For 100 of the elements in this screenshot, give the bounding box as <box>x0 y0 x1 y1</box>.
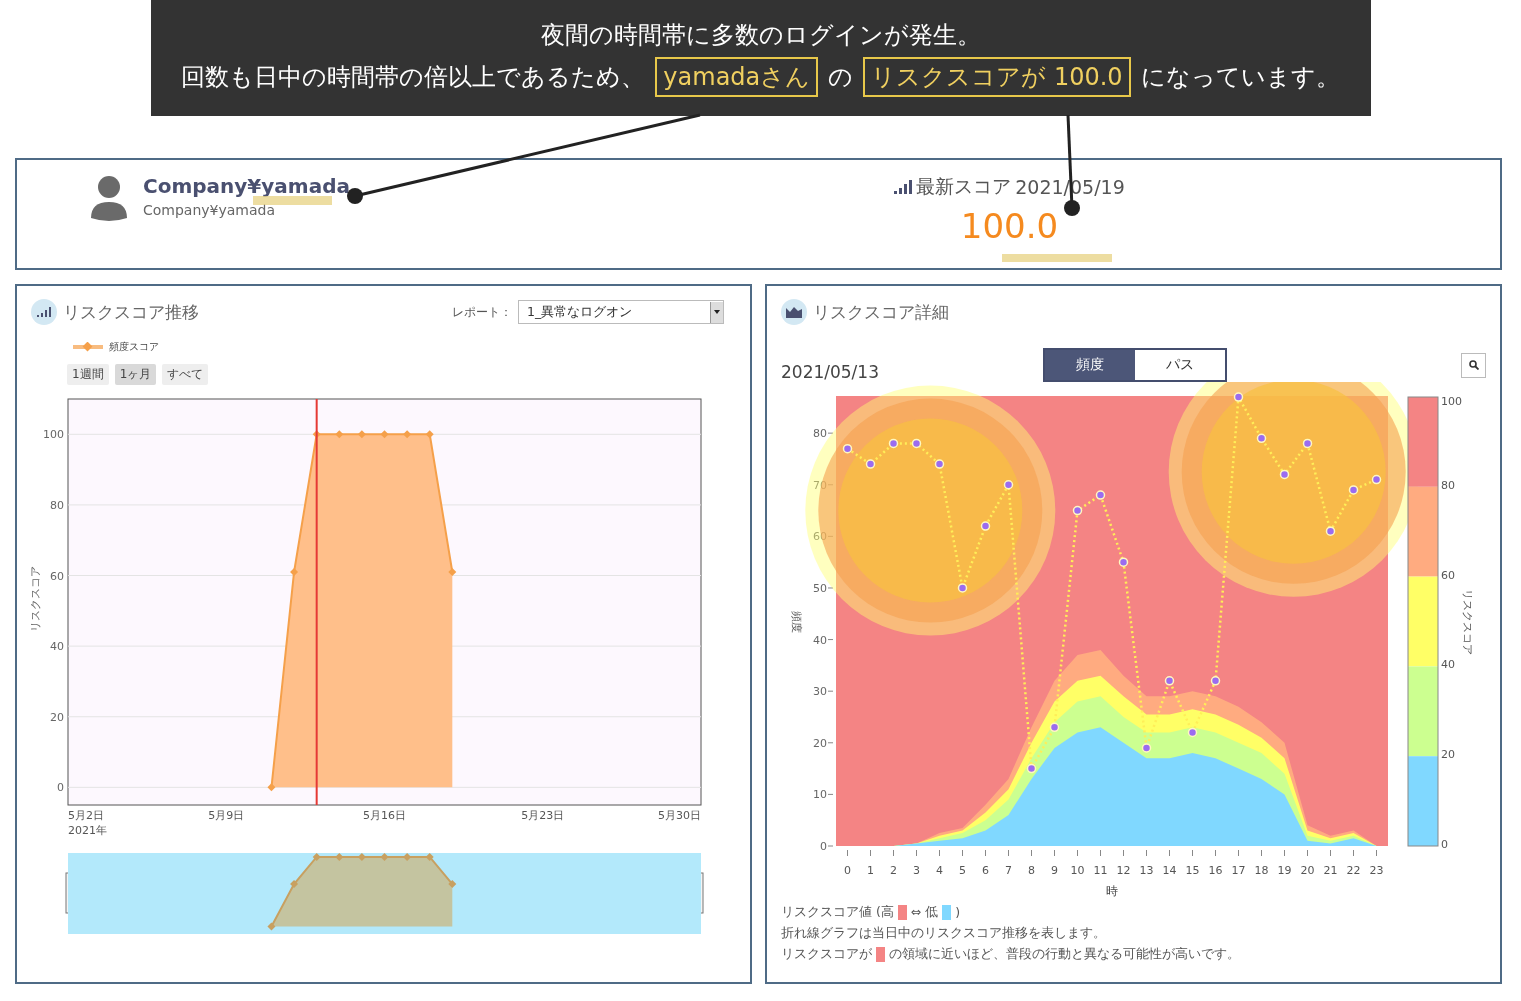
axis-title: リスクスコア <box>29 566 42 632</box>
axis-tick-label: 80 <box>50 498 64 512</box>
axis-tick-label: 6 <box>982 864 989 877</box>
data-point <box>934 459 945 469</box>
mode-tab[interactable]: 頻度 <box>1045 350 1135 380</box>
data-point <box>312 430 321 439</box>
data-point <box>267 783 276 792</box>
data-point <box>1348 485 1359 495</box>
data-point <box>1210 676 1221 686</box>
data-point <box>1026 763 1037 774</box>
caret-icon <box>714 310 720 314</box>
data-point <box>1049 722 1060 733</box>
data-point <box>980 521 991 531</box>
axis-tick-label: 100 <box>43 428 64 442</box>
data-point <box>448 568 457 576</box>
axis-tick-label: 16 <box>1208 864 1223 877</box>
panel-title: リスクスコア詳細 <box>813 300 949 324</box>
colorbar-tick-label: 80 <box>1441 478 1455 492</box>
legend-label: 頻度スコア <box>109 340 159 354</box>
axis-tick-label: 80 <box>813 427 827 441</box>
axis-tick-label: 20 <box>1300 864 1315 877</box>
note-text: 折れ線グラフは当日中のリスクスコア推移を表します。 <box>781 925 1106 942</box>
colorbar-tick-label: 60 <box>1441 568 1455 582</box>
axis-tick-label: 8 <box>1028 864 1035 877</box>
axis-tick-label: 11 <box>1093 864 1108 877</box>
axis-tick-label: 4 <box>936 864 943 877</box>
data-point <box>1118 557 1129 567</box>
data-point <box>1164 676 1175 686</box>
data-point <box>842 443 853 454</box>
range-button[interactable]: 1週間 <box>67 364 109 385</box>
data-point <box>911 438 922 449</box>
highlighted-term: yamadaさん <box>655 57 819 97</box>
axis-tick-label: 5月9日 <box>208 809 245 822</box>
data-point <box>1279 469 1290 480</box>
axis-tick-label: 22 <box>1346 864 1361 877</box>
axis-tick-label: 18 <box>1254 864 1269 877</box>
axis-tick-label: 3 <box>913 864 920 877</box>
colorbar-title: リスクスコア <box>1461 589 1474 655</box>
data-point <box>1141 743 1152 753</box>
axis-tick-label: 5月23日 <box>521 809 565 822</box>
axis-tick-label: 40 <box>50 640 64 654</box>
axis-tick-label: 0 <box>844 864 851 877</box>
axis-tick-label: 2 <box>890 864 897 877</box>
callout-text: 回数も日中の時間帯の倍以上であるため、 <box>181 62 646 93</box>
note-text: ⇔ 低 <box>910 904 939 921</box>
colorbar-tick-label: 20 <box>1441 748 1455 762</box>
signal-icon <box>31 299 57 325</box>
axis-tick-label: 10 <box>813 788 827 802</box>
axis-title: 頻度 <box>790 611 803 633</box>
callout-text: 夜間の時間帯に多数のログインが発生。 <box>540 20 981 51</box>
axis-tick-label: 5月2日 <box>68 809 104 822</box>
data-point <box>1003 480 1014 490</box>
data-point <box>357 430 366 439</box>
axis-tick-label: 15 <box>1185 864 1200 877</box>
area-chart-icon <box>781 299 807 325</box>
range-button[interactable]: 1ヶ月 <box>114 364 157 385</box>
range-button[interactable]: すべて <box>162 364 209 385</box>
user-account: Company¥yamada <box>143 202 277 218</box>
axis-tick-label: 14 <box>1162 864 1177 877</box>
axis-tick-label: 17 <box>1231 864 1246 877</box>
axis-tick-label: 19 <box>1277 864 1292 877</box>
panel-title: リスクスコア推移 <box>63 300 199 324</box>
data-point <box>380 430 389 439</box>
axis-tick-label: 21 <box>1323 864 1338 877</box>
data-point <box>425 430 434 439</box>
data-point <box>865 459 876 469</box>
legend-marker-icon <box>73 342 103 352</box>
data-point <box>1187 727 1198 738</box>
axis-tick-label: 50 <box>813 581 827 595</box>
axis-tick-label: 30 <box>813 685 827 699</box>
search-button[interactable] <box>1461 352 1486 378</box>
axis-tick-label: 9 <box>1051 864 1058 877</box>
axis-tick-label: 20 <box>50 710 64 724</box>
axis-tick-label: 0 <box>820 840 827 853</box>
callout-text: になっています。 <box>1140 62 1340 93</box>
colorbar-tick-label: 0 <box>1441 838 1448 851</box>
data-point <box>1302 438 1313 449</box>
data-point <box>1371 474 1382 485</box>
axis-tick-label: 60 <box>50 569 64 583</box>
data-point <box>335 430 344 439</box>
axis-tick-label: 5月30日 <box>658 809 701 822</box>
search-icon <box>1468 360 1479 370</box>
axis-tick-label: 1 <box>867 864 874 877</box>
axis-label: 2021年 <box>68 824 107 837</box>
axis-tick-label: 12 <box>1116 864 1131 877</box>
report-dropdown[interactable]: 1_異常なログオン <box>518 300 724 324</box>
callout-text: の <box>828 62 854 93</box>
data-point <box>1233 392 1244 402</box>
note-text: の領域に近いほど、普段の行動と異なる可能性が高いです。 <box>889 946 1240 963</box>
data-point <box>403 430 412 439</box>
data-point <box>1095 490 1106 500</box>
note-text: リスクスコア値 (高 <box>781 904 894 921</box>
colorbar-tick-label: 100 <box>1441 395 1462 408</box>
chart-date: 2021/05/13 <box>781 362 880 382</box>
score-value: 100.0 <box>960 206 1059 246</box>
axis-tick-label: 5 <box>959 864 966 877</box>
axis-title: 時 <box>1106 884 1118 898</box>
highlighted-term: リスクスコアが 100.0 <box>863 57 1131 97</box>
note-text: リスクスコアが <box>781 946 872 963</box>
axis-tick-label: 0 <box>57 781 64 795</box>
